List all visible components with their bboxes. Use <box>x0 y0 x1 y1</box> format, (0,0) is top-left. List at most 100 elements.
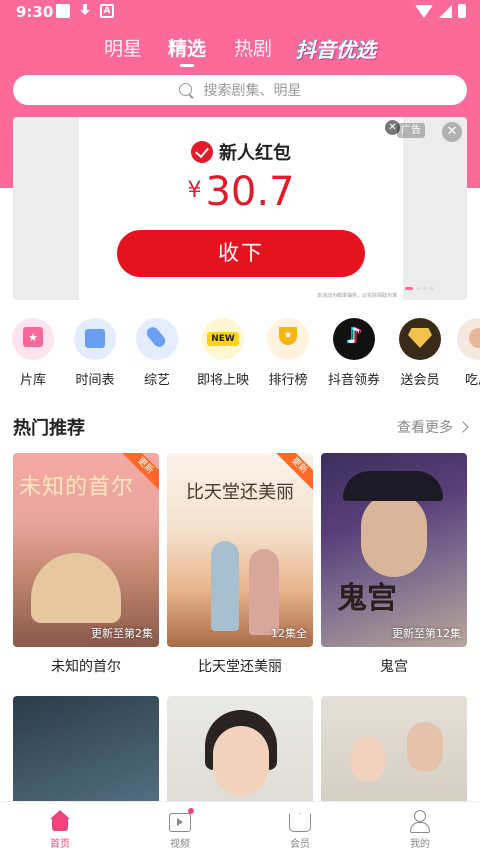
category-variety[interactable]: 综艺 <box>127 318 187 388</box>
poster-figure <box>249 549 279 635</box>
red-packet-card: 新人红包 ¥30.7 收下 本活动为概率抽奖，以实际领取为准 <box>79 117 403 300</box>
poster-figure-hat <box>343 471 443 501</box>
status-system-icons <box>415 4 466 18</box>
poster-figure <box>361 493 427 577</box>
poster-figure <box>407 722 443 772</box>
poster-figure <box>213 726 269 796</box>
drama-card[interactable]: 未知的首尔 更新 更新至第2集 未知的首尔 <box>13 453 159 676</box>
poster-figure <box>31 553 121 623</box>
new-badge-icon <box>202 318 244 360</box>
tab-stars[interactable]: 明星 <box>104 34 142 61</box>
currency-symbol: ¥ <box>187 178 202 203</box>
drama-title: 未知的首尔 <box>51 659 121 675</box>
nav-label: 首页 <box>50 839 70 850</box>
category-label: 综艺 <box>143 373 170 388</box>
download-notification-icon <box>78 4 92 18</box>
status-time: 9:30 <box>16 3 54 21</box>
red-packet-title-text: 新人红包 <box>219 143 291 164</box>
poster-title-art: 鬼宫 <box>337 581 397 616</box>
bottom-nav: 首页 视频 会员 我的 <box>0 801 480 850</box>
search-placeholder: 搜索剧集、明星 <box>203 83 302 99</box>
drama-poster: 比天堂还美丽 更新 12集全 <box>167 453 313 647</box>
notification-dot <box>188 808 194 814</box>
microphone-icon <box>136 318 178 360</box>
top-tabs: 明星 精选 热剧 抖音优选 <box>0 30 480 70</box>
category-label: 片库 <box>19 373 46 388</box>
search-bar[interactable]: 搜索剧集、明星 <box>13 75 467 105</box>
nav-label: 会员 <box>290 839 310 850</box>
film-library-icon <box>12 318 54 360</box>
amount-value: 30.7 <box>205 169 295 215</box>
banner-ad[interactable]: 新人红包 ¥30.7 收下 本活动为概率抽奖，以实际领取为准 ✕ 广告 ✕ <box>13 117 467 300</box>
drama-title: 比天堂还美丽 <box>198 659 282 675</box>
category-coming-soon[interactable]: 即将上映 <box>193 318 253 388</box>
accept-red-packet-button[interactable]: 收下 <box>117 230 365 277</box>
battery-icon <box>458 4 466 18</box>
nav-video[interactable]: 视频 <box>150 808 210 850</box>
section-title: 热门推荐 <box>13 418 85 439</box>
profile-icon <box>408 810 432 833</box>
poster-figure <box>351 736 385 782</box>
chevron-right-icon <box>457 421 469 433</box>
search-icon <box>178 82 194 98</box>
diamond-icon <box>399 318 441 360</box>
nav-profile[interactable]: 我的 <box>390 810 450 850</box>
category-gossip[interactable]: 吃瓜 <box>448 318 480 388</box>
category-label: 即将上映 <box>196 373 249 388</box>
category-label: 送会员 <box>400 373 440 388</box>
check-circle-icon <box>191 141 213 163</box>
close-ad-button[interactable]: ✕ <box>442 122 462 142</box>
episode-status: 12集全 <box>271 627 307 640</box>
red-packet-amount: ¥30.7 <box>79 169 403 215</box>
home-icon <box>48 810 72 832</box>
tab-douyin-youxuan[interactable]: 抖音优选 <box>296 34 376 63</box>
episode-status: 更新至第2集 <box>91 627 153 640</box>
red-packet-title: 新人红包 <box>79 139 403 165</box>
see-more-label: 查看更多 <box>397 420 453 436</box>
category-douyin-coupons[interactable]: 抖音领券 <box>324 318 384 388</box>
category-gift-membership[interactable]: 送会员 <box>390 318 450 388</box>
category-row: 片库 时间表 综艺 即将上映 排行榜 抖音领券 送会员 吃瓜 <box>0 318 480 390</box>
category-label: 吃瓜 <box>464 373 480 388</box>
poster-figure <box>211 541 239 631</box>
page-dot <box>416 287 420 290</box>
douyin-logo-icon <box>333 318 375 360</box>
nav-home[interactable]: 首页 <box>30 810 90 850</box>
app-notification-icon: A <box>100 4 114 18</box>
category-schedule[interactable]: 时间表 <box>65 318 125 388</box>
active-tab-indicator <box>180 64 194 67</box>
category-film-library[interactable]: 片库 <box>3 318 63 388</box>
drama-poster: 鬼宫 更新至第12集 <box>321 453 467 647</box>
drama-title: 鬼宫 <box>380 659 408 675</box>
red-packet-footnote: 本活动为概率抽奖，以实际领取为准 <box>316 293 397 299</box>
vip-crown-icon <box>288 810 312 832</box>
tab-featured[interactable]: 精选 <box>168 34 206 61</box>
video-icon <box>168 808 194 832</box>
drama-poster: 未知的首尔 更新 更新至第2集 <box>13 453 159 647</box>
category-label: 排行榜 <box>268 373 308 388</box>
trophy-icon <box>267 318 309 360</box>
page-dot <box>423 287 427 290</box>
signal-icon <box>439 4 452 18</box>
status-bar: 9:30 A <box>0 0 480 24</box>
tab-hot-dramas[interactable]: 热剧 <box>234 34 272 61</box>
drama-card[interactable]: 鬼宫 更新至第12集 鬼宫 <box>321 453 467 676</box>
nav-vip[interactable]: 会员 <box>270 810 330 850</box>
see-more-link[interactable]: 查看更多 <box>397 417 469 437</box>
episode-status: 更新至第12集 <box>392 627 461 640</box>
poster-title-art: 比天堂还美丽 <box>186 482 294 503</box>
banner-pagination <box>405 287 434 290</box>
drama-card[interactable]: 比天堂还美丽 更新 12集全 比天堂还美丽 <box>167 453 313 676</box>
image-notification-icon <box>56 4 70 18</box>
page-dot-active <box>405 287 413 290</box>
nav-label: 视频 <box>170 839 190 850</box>
category-label: 抖音领券 <box>327 373 380 388</box>
nav-label: 我的 <box>410 839 430 850</box>
category-label: 时间表 <box>75 373 115 388</box>
ad-label: 广告 <box>397 123 425 138</box>
melon-icon <box>457 318 480 360</box>
category-rankings[interactable]: 排行榜 <box>258 318 318 388</box>
status-notification-icons: A <box>56 4 114 18</box>
wifi-icon <box>415 4 433 18</box>
page-dot <box>430 287 434 290</box>
